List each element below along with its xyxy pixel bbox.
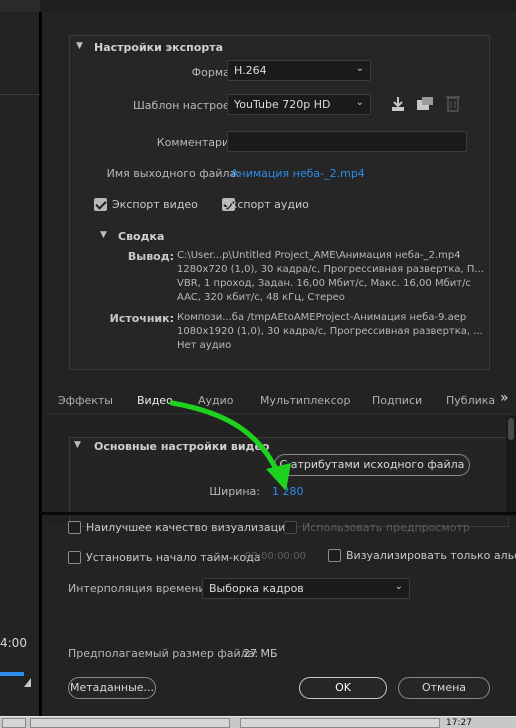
summary-chevron-icon[interactable]: ▼ — [100, 230, 107, 240]
panel-separator — [40, 512, 516, 515]
delete-preset-icon[interactable] — [446, 94, 460, 112]
estimated-size-value: 27 МБ — [243, 647, 278, 660]
annotation-arrow — [169, 400, 291, 491]
time-interp-value: Выборка кадров — [209, 582, 304, 595]
summary-output-line: AAC, 320 кбит/с, 48 кГц, Стерео — [177, 292, 345, 303]
summary-source-line: 1080x1920 (1,0), 30 кадра/с, Прогрессивн… — [177, 326, 483, 337]
summary-output-line: C:\User...p\Untitled Project_AME\Анимаци… — [177, 250, 461, 261]
summary-output-line: VBR, 1 проход, Задан. 16,00 Мбит/с, Макс… — [177, 278, 471, 289]
alpha-only-label: Визуализировать только альфа- — [346, 549, 516, 562]
left-background-panel — [0, 0, 40, 728]
format-value: H.264 — [234, 64, 267, 77]
timecode-display: 4:00 — [0, 636, 27, 650]
playhead-progress-bar[interactable] — [0, 672, 24, 676]
export-settings-dialog: ▼ Настройки экспорта Формат: H.264 ⌄ Шаб… — [40, 12, 516, 718]
best-quality-label: Наилучшее качество визуализации — [86, 521, 293, 534]
metadata-button[interactable]: Метаданные... — [68, 677, 156, 699]
ok-button[interactable]: OK — [299, 677, 387, 699]
chevron-down-icon: ⌄ — [355, 63, 364, 74]
output-name-link[interactable]: Анимация неба-_2.mp4 — [231, 167, 365, 180]
time-interp-label: Интерполяция времени: — [68, 582, 210, 595]
taskbar-clock: 17:27 — [446, 718, 472, 728]
export-settings-title: Настройки экспорта — [94, 41, 224, 54]
summary-title: Сводка — [118, 230, 165, 243]
chevron-down-icon: ⌄ — [355, 97, 364, 108]
tab-captions[interactable]: Подписи — [372, 394, 422, 407]
comments-label: Комментарии: — [156, 136, 240, 149]
summary-source-key: Источник: — [109, 312, 174, 325]
summary-output-block: C:\User...p\Untitled Project_AME\Анимаци… — [177, 249, 484, 305]
output-name-label: Имя выходного файла: — [106, 167, 240, 180]
taskbar-button[interactable] — [30, 718, 230, 728]
use-previews-checkbox[interactable] — [284, 521, 297, 534]
preset-dropdown[interactable]: YouTube 720p HD ⌄ — [227, 94, 371, 115]
tab-effects[interactable]: Эффекты — [58, 394, 113, 407]
left-divider — [0, 94, 40, 95]
save-preset-icon[interactable] — [390, 96, 406, 112]
summary-source-block: Компози...ба /tmpAEtoAMEProject-Анимация… — [177, 311, 483, 353]
format-dropdown[interactable]: H.264 ⌄ — [227, 60, 371, 81]
import-preset-icon[interactable] — [416, 96, 434, 112]
export-video-label: Экспорт видео — [112, 198, 198, 211]
summary-output-key: Вывод: — [127, 250, 174, 263]
video-scrollbar-thumb[interactable] — [508, 418, 514, 440]
best-quality-checkbox[interactable] — [68, 521, 81, 534]
start-timecode-label: Установить начало тайм-кода — [86, 551, 261, 564]
collapse-chevron-icon[interactable]: ▼ — [76, 41, 83, 51]
mouse-cursor-icon — [24, 678, 31, 687]
start-timecode-checkbox[interactable] — [68, 551, 81, 564]
left-top-strip — [0, 0, 40, 12]
summary-source-line: Компози...ба /tmpAEtoAMEProject-Анимация… — [177, 312, 467, 323]
cancel-button[interactable]: Отмена — [398, 677, 490, 699]
preset-label: Шаблон настроек: — [133, 99, 240, 112]
taskbar-button[interactable] — [240, 718, 440, 728]
start-timecode-value[interactable]: 00:00:00:00 — [245, 551, 306, 562]
alpha-only-checkbox[interactable] — [328, 549, 341, 562]
tab-publish[interactable]: Публикац — [446, 394, 496, 407]
summary-source-line: Нет аудио — [177, 340, 232, 351]
time-interp-dropdown[interactable]: Выборка кадров ⌄ — [202, 578, 410, 599]
video-collapse-chevron-icon[interactable]: ▼ — [74, 440, 81, 450]
export-video-checkbox[interactable] — [94, 198, 107, 211]
taskbar-button[interactable] — [2, 718, 26, 728]
export-settings-panel: ▼ Настройки экспорта Формат: H.264 ⌄ Шаб… — [69, 35, 490, 370]
estimated-size-label: Предполагаемый размер файла: — [68, 647, 259, 660]
use-previews-label: Использовать предпросмотр — [302, 521, 470, 534]
summary-output-line: 1280x720 (1,0), 30 кадра/с, Прогрессивна… — [177, 264, 484, 275]
tabs-overflow-icon[interactable]: » — [500, 390, 509, 406]
chevron-down-icon: ⌄ — [394, 581, 403, 592]
comments-input[interactable] — [227, 131, 467, 152]
export-audio-label: Экспорт аудио — [223, 198, 309, 211]
format-label: Формат: — [191, 66, 240, 79]
preset-value: YouTube 720p HD — [234, 98, 331, 111]
match-source-button[interactable]: С атрибутами исходного файла — [274, 454, 470, 476]
